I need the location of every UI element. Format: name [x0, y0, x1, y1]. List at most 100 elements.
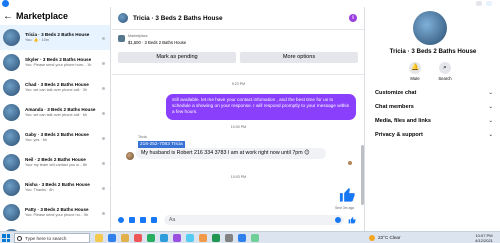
chevron-down-icon[interactable]: ⌄ — [488, 104, 493, 110]
more-options-button[interactable]: More options — [240, 52, 358, 63]
chat-title[interactable]: Tricia · 3 Beds 2 Baths House — [133, 15, 223, 22]
app-icon[interactable] — [238, 234, 246, 242]
more-icon[interactable] — [102, 137, 105, 140]
conversation-avatar[interactable] — [3, 104, 20, 121]
weather-icon[interactable] — [369, 235, 375, 241]
task-view-icon[interactable] — [108, 234, 116, 242]
windows-taskbar: Type here to search 23°C Clear 10:07 PM … — [0, 231, 500, 243]
listing-thumbnail[interactable] — [118, 35, 125, 42]
privacy-support-row[interactable]: Privacy & support ⌄ — [375, 132, 493, 138]
conversation-texts: Tricia · 3 Beds 2 Baths House You: 👍 · 10… — [25, 32, 110, 43]
conversation-avatar[interactable] — [3, 54, 20, 71]
highlighted-phone-text[interactable]: 216-252-7083 Tricia — [138, 141, 185, 148]
chat-header: Tricia · 3 Beds 2 Baths House i — [112, 7, 364, 30]
search-icon — [17, 236, 22, 241]
listing-price[interactable]: $1,500 · 3 Beds 2 Baths House — [128, 40, 186, 45]
windows-start-icon[interactable] — [2, 234, 10, 242]
thumbs-up-message-icon[interactable] — [338, 186, 356, 203]
messenger-icon[interactable] — [486, 1, 492, 6]
chevron-down-icon[interactable]: ⌄ — [488, 132, 493, 138]
chat-members-row[interactable]: Chat members ⌄ — [375, 104, 493, 110]
chat-avatar[interactable] — [118, 13, 128, 23]
conversation-avatar[interactable] — [3, 79, 20, 96]
timestamp: 10:03 PM — [230, 175, 247, 179]
conversation-items: Tricia · 3 Beds 2 Baths House You: 👍 · 10… — [0, 25, 110, 231]
conversation-preview: You: Thanks · 8h — [25, 188, 54, 192]
back-arrow-icon[interactable]: ← — [3, 11, 13, 22]
mute-action[interactable]: 🔔 Mute — [400, 62, 430, 81]
conversation-preview: You: Please send your phone num... 1h — [25, 63, 92, 67]
system-tray-icons[interactable] — [405, 236, 445, 240]
scrollbar[interactable] — [361, 145, 364, 205]
weather-text[interactable]: 23°C Clear — [378, 235, 401, 240]
chat-panel: Tricia · 3 Beds 2 Baths House i Marketpl… — [112, 7, 365, 231]
conversation-item[interactable]: Patty · 3 Beds 2 Baths House You: Please … — [0, 200, 110, 225]
seen-avatar — [348, 161, 352, 165]
word-icon[interactable] — [160, 234, 168, 242]
sticker-icon[interactable] — [140, 216, 146, 223]
info-icon[interactable]: i — [349, 14, 357, 22]
bell-icon[interactable]: 🔔 — [409, 62, 421, 74]
taskbar-clock[interactable]: 10:07 PM 4/12/2021 — [470, 233, 498, 243]
conversation-item[interactable]: Gaby · 3 Beds 2 Baths House You: yes · 6h — [0, 125, 110, 150]
sender-avatar — [126, 152, 134, 160]
chrome-icon[interactable] — [134, 234, 142, 242]
like-button-icon[interactable] — [348, 216, 356, 224]
app-icon[interactable] — [251, 234, 259, 242]
emoji-icon[interactable] — [335, 216, 341, 223]
app-icon[interactable] — [199, 234, 207, 242]
conversation-item[interactable]: Amanda · 3 Beds 2 Baths House You: we can… — [0, 100, 110, 125]
search-icon[interactable]: ⌕ — [439, 62, 451, 74]
more-icon[interactable] — [102, 62, 105, 65]
more-icon[interactable] — [102, 212, 105, 215]
excel-icon[interactable] — [147, 234, 155, 242]
conversation-texts: Neil · 2 Beds 2 Baths House Your my team … — [25, 157, 110, 168]
profile-avatar[interactable] — [413, 11, 447, 45]
gif-icon[interactable] — [151, 216, 157, 223]
camera-icon[interactable] — [129, 216, 135, 223]
mute-label: Mute — [410, 76, 420, 81]
message-input[interactable]: Aa — [164, 214, 344, 225]
more-icon[interactable] — [102, 87, 105, 90]
incoming-message[interactable]: My husband is Robert 216 334 3783 I am a… — [136, 148, 326, 159]
app-icon[interactable] — [225, 234, 233, 242]
conversation-avatar[interactable] — [3, 204, 20, 221]
conversation-item[interactable]: Chad · 3 Beds 2 Baths House You: we can t… — [0, 75, 110, 100]
conversation-preview: You: Please send your phone nu... 9h — [25, 213, 89, 217]
edge-icon[interactable] — [186, 234, 194, 242]
taskbar-search[interactable]: Type here to search — [14, 233, 90, 243]
facebook-logo-icon[interactable] — [2, 0, 9, 7]
app-icon[interactable] — [173, 234, 181, 242]
conversation-avatar[interactable] — [3, 129, 20, 146]
conversation-preview: You: we can talk over phone call · 3h — [25, 88, 87, 92]
chevron-down-icon[interactable]: ⌄ — [488, 90, 493, 96]
customize-chat-row[interactable]: Customize chat ⌄ — [375, 90, 493, 96]
app-icon[interactable] — [212, 234, 220, 242]
conversation-item[interactable]: Neil · 2 Beds 2 Baths House Your my team … — [0, 150, 110, 175]
mark-pending-button[interactable]: Mark as pending — [118, 52, 236, 63]
timestamp: 10:00 PM — [230, 125, 247, 129]
media-files-row[interactable]: Media, files and links ⌄ — [375, 118, 493, 124]
search-action[interactable]: ⌕ Search — [430, 62, 460, 81]
conversation-avatar[interactable] — [3, 29, 20, 46]
conversation-item[interactable]: Tricia · 3 Beds 2 Baths House You: 👍 · 10… — [0, 25, 110, 50]
conversation-avatar[interactable] — [3, 179, 20, 196]
more-icon[interactable] — [102, 187, 105, 190]
chevron-down-icon[interactable]: ⌄ — [488, 118, 493, 124]
more-icon[interactable] — [102, 37, 105, 40]
composer: Aa — [112, 208, 365, 231]
profile-panel: Tricia · 3 Beds 2 Baths House 🔔 Mute ⌕ S… — [366, 7, 500, 231]
more-icon[interactable] — [102, 162, 105, 165]
more-icon[interactable] — [102, 112, 105, 115]
file-explorer-icon[interactable] — [121, 234, 129, 242]
outgoing-message[interactable]: still available. let me have your contac… — [166, 94, 356, 120]
conversation-preview: You: 👍 · 10m — [25, 38, 50, 42]
clock-date: 4/12/2021 — [475, 238, 493, 243]
conversation-avatar[interactable] — [3, 154, 20, 171]
plus-icon[interactable] — [118, 216, 124, 223]
cortana-icon[interactable] — [95, 234, 103, 242]
menu-icon[interactable] — [476, 1, 482, 6]
conversation-item[interactable]: Skyler · 3 Beds 2 Baths House You: Please… — [0, 50, 110, 75]
conversation-item[interactable]: Nisha · 3 Beds 2 Baths House You: Thanks … — [0, 175, 110, 200]
listing-label: Marketplace — [128, 34, 148, 38]
